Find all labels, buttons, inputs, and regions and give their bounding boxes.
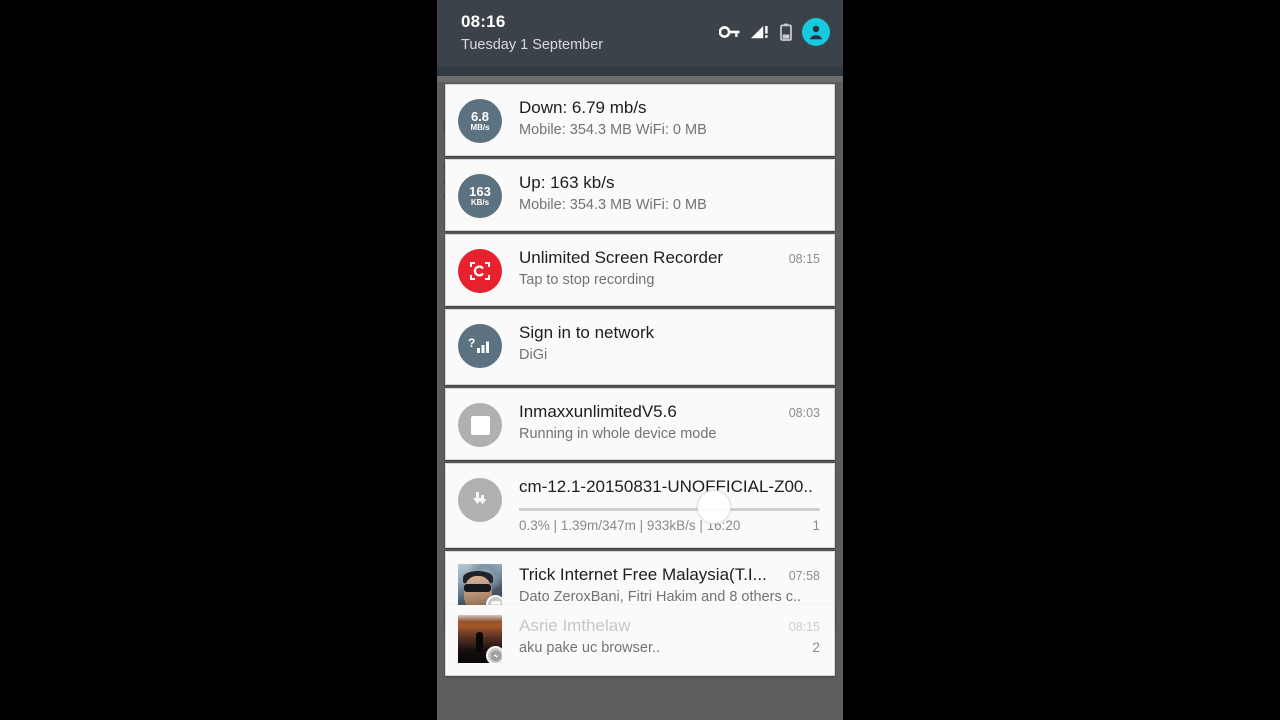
notification-subtitle: aku pake uc browser.. [519,640,661,656]
header-shadow [437,76,843,82]
download-progress-bar[interactable] [519,490,820,524]
progress-fill [519,508,520,511]
notification-title: Sign in to network [519,323,655,342]
notification-title: Asrie Imthelaw [519,616,631,635]
vpn-key-icon [719,26,740,38]
user-avatar-icon[interactable] [802,18,830,46]
network-up-speed-icon: 163 KB/s [458,174,502,218]
person-glyph-icon [809,25,823,40]
notification-title: Down: 6.79 mb/s [519,98,647,117]
wifi-signin-icon: ? [458,324,502,368]
status-date: Tuesday 1 September [461,37,604,53]
notification-text: InmaxxunlimitedV5.6 08:03 Running in who… [519,401,820,444]
notification-download-progress[interactable]: cm-12.1-20150831-UNOFFICIAL-Z00.. 0.3% |… [445,463,835,548]
notification-subtitle: DiGi [519,347,548,363]
notification-text: Up: 163 kb/s Mobile: 354.3 MB WiFi: 0 MB [519,172,820,215]
title-row: Trick Internet Free Malaysia(T.I... 07:5… [519,564,820,585]
title-row: Down: 6.79 mb/s [519,97,820,118]
notification-inmaxx-vpn[interactable]: InmaxxunlimitedV5.6 08:03 Running in who… [445,388,835,460]
screen-recorder-icon [458,249,502,293]
download-stats: 0.3% | 1.39m/347m | 933kB/s | 16:20 [519,518,741,533]
status-clock: 08:16 [461,12,506,31]
title-row: Sign in to network [519,322,820,343]
notification-subtitle: Mobile: 354.3 MB WiFi: 0 MB [519,197,707,213]
notification-up-speed[interactable]: 163 KB/s Up: 163 kb/s Mobile: 354.3 MB W… [445,159,835,231]
viewfinder-glyph-icon [470,262,490,280]
messenger-avatar [458,615,502,663]
title-row: Unlimited Screen Recorder 08:15 [519,247,820,268]
svg-text:?: ? [468,336,475,350]
notification-time: 08:03 [788,406,820,420]
signal-question-glyph-icon: ? [468,336,489,353]
download-arrow-icon [458,478,502,522]
title-row: Up: 163 kb/s [519,172,820,193]
speed-value: 6.8 [470,109,490,124]
notification-time: 07:58 [788,569,820,583]
notification-screen-recorder[interactable]: Unlimited Screen Recorder 08:15 Tap to s… [445,234,835,306]
download-glyph-icon [473,492,487,505]
notification-subtitle: Mobile: 354.3 MB WiFi: 0 MB [519,122,707,138]
notification-sign-in-network[interactable]: ? Sign in to network DiGi [445,309,835,385]
notification-text: Unlimited Screen Recorder 08:15 Tap to s… [519,247,820,290]
notification-title: Trick Internet Free Malaysia(T.I... [519,565,767,584]
messenger-badge-icon [486,646,502,663]
download-stats-row: 0.3% | 1.39m/347m | 933kB/s | 16:20 1 [519,517,820,535]
notification-text: Asrie Imthelaw 08:15 aku pake uc browser… [519,615,820,658]
phone-viewport: 08:16 Tuesday 1 September 6.8 MB/s Down:… [437,0,843,720]
network-down-speed-icon: 6.8 MB/s [458,99,502,143]
speed-unit: MB/s [470,123,490,132]
avatar-sunglasses [464,584,491,592]
touch-indicator-icon [697,490,731,524]
download-count: 1 [812,518,820,533]
status-icon-tray [719,18,830,46]
battery-icon [780,23,792,41]
download-file-name: cm-12.1-20150831-UNOFFICIAL-Z00.. [519,477,813,496]
notification-text: Sign in to network DiGi [519,322,820,365]
message-count: 2 [812,639,820,655]
notification-time: 08:15 [788,252,820,266]
screen-root: 08:16 Tuesday 1 September 6.8 MB/s Down:… [0,0,1280,720]
notification-title: Unlimited Screen Recorder [519,248,724,267]
title-row: Asrie Imthelaw 08:15 [519,615,820,636]
stop-service-icon [458,403,502,447]
speed-value: 163 [469,184,491,199]
avatar-silhouette [476,632,483,652]
notification-text: Down: 6.79 mb/s Mobile: 354.3 MB WiFi: 0… [519,97,820,140]
header-divider [437,66,843,76]
notification-text: Trick Internet Free Malaysia(T.I... 07:5… [519,564,820,607]
stop-square-glyph-icon [470,415,490,435]
notification-title: Up: 163 kb/s [519,173,615,192]
notification-list: 6.8 MB/s Down: 6.79 mb/s Mobile: 354.3 M… [445,84,835,676]
notification-text: cm-12.1-20150831-UNOFFICIAL-Z00.. 0.3% |… [519,476,820,535]
notification-messenger-chat[interactable]: Asrie Imthelaw 08:15 aku pake uc browser… [445,605,835,676]
subtitle-row: aku pake uc browser.. 2 [519,639,820,658]
title-row: InmaxxunlimitedV5.6 08:03 [519,401,820,422]
notification-subtitle: Running in whole device mode [519,426,717,442]
notification-subtitle: Tap to stop recording [519,272,655,288]
notification-shade-header: 08:16 Tuesday 1 September [437,0,843,66]
signal-alert-icon [751,26,768,39]
messenger-glyph-icon [490,650,501,661]
notification-down-speed[interactable]: 6.8 MB/s Down: 6.79 mb/s Mobile: 354.3 M… [445,84,835,156]
speed-unit: KB/s [470,198,490,207]
notification-title: InmaxxunlimitedV5.6 [519,402,677,421]
progress-track [519,508,820,511]
title-row: cm-12.1-20150831-UNOFFICIAL-Z00.. [519,476,820,497]
notification-time: 08:15 [788,620,820,634]
